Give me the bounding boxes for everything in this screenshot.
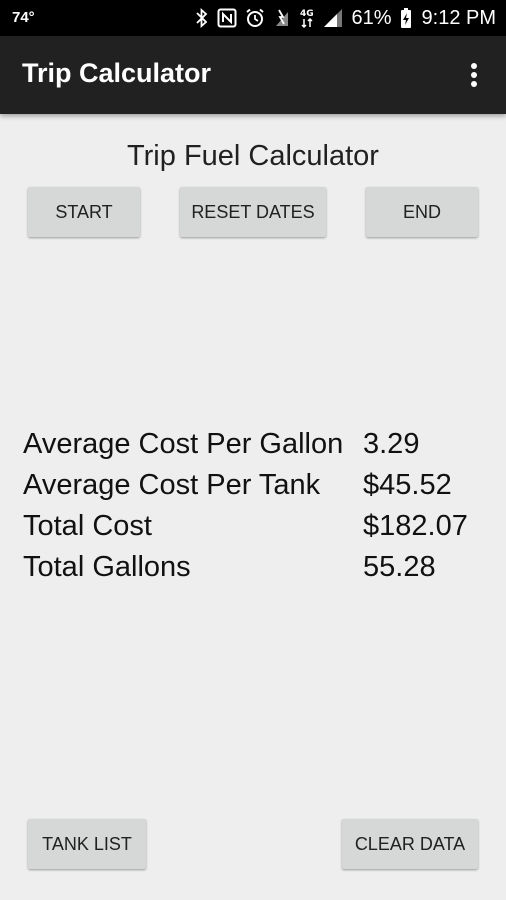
4g-lte-icon: 4G xyxy=(299,7,315,29)
alarm-icon xyxy=(245,7,265,29)
stat-value: 55.28 xyxy=(363,551,436,583)
status-bar: 74° 4G 61% 9:12 PM xyxy=(0,0,506,36)
stat-value: $45.52 xyxy=(363,469,452,501)
stat-value: 3.29 xyxy=(363,428,420,460)
stats-list: Average Cost Per Gallon 3.29 Average Cos… xyxy=(23,428,493,592)
nfc-icon xyxy=(217,7,237,29)
stat-label: Average Cost Per Gallon xyxy=(23,428,344,460)
more-options-button[interactable] xyxy=(462,60,486,90)
temperature-text: 74° xyxy=(12,9,35,26)
reset-dates-button[interactable]: RESET DATES xyxy=(180,187,326,237)
stat-label: Total Gallons xyxy=(23,551,191,583)
battery-percent-text: 61% xyxy=(351,6,392,29)
stat-value: $182.07 xyxy=(363,510,468,542)
stat-row-total-cost: Total Cost $182.07 xyxy=(23,510,493,551)
clear-data-button[interactable]: CLEAR DATA xyxy=(342,819,478,869)
page-title: Trip Fuel Calculator xyxy=(127,140,379,172)
bluetooth-icon xyxy=(195,7,209,29)
clock-text: 9:12 PM xyxy=(421,6,496,29)
status-icons: 4G 61% 9:12 PM xyxy=(195,6,496,30)
svg-text:4G: 4G xyxy=(300,9,314,19)
tank-list-button[interactable]: TANK LIST xyxy=(28,819,146,869)
stat-row-total-gallons: Total Gallons 55.28 xyxy=(23,551,493,592)
start-button[interactable]: START xyxy=(28,187,140,237)
stat-row-average-cost-per-gallon: Average Cost Per Gallon 3.29 xyxy=(23,428,493,469)
stat-label: Average Cost Per Tank xyxy=(23,469,321,501)
stat-row-average-cost-per-tank: Average Cost Per Tank $45.52 xyxy=(23,469,493,510)
app-bar: Trip Calculator xyxy=(0,36,506,114)
app-title: Trip Calculator xyxy=(22,58,212,88)
stat-label: Total Cost xyxy=(23,510,152,542)
more-vert-icon xyxy=(471,63,477,87)
battery-charging-icon xyxy=(400,7,412,29)
end-button[interactable]: END xyxy=(366,187,478,237)
signal-icon xyxy=(323,7,343,29)
data-saver-icon xyxy=(273,7,291,29)
